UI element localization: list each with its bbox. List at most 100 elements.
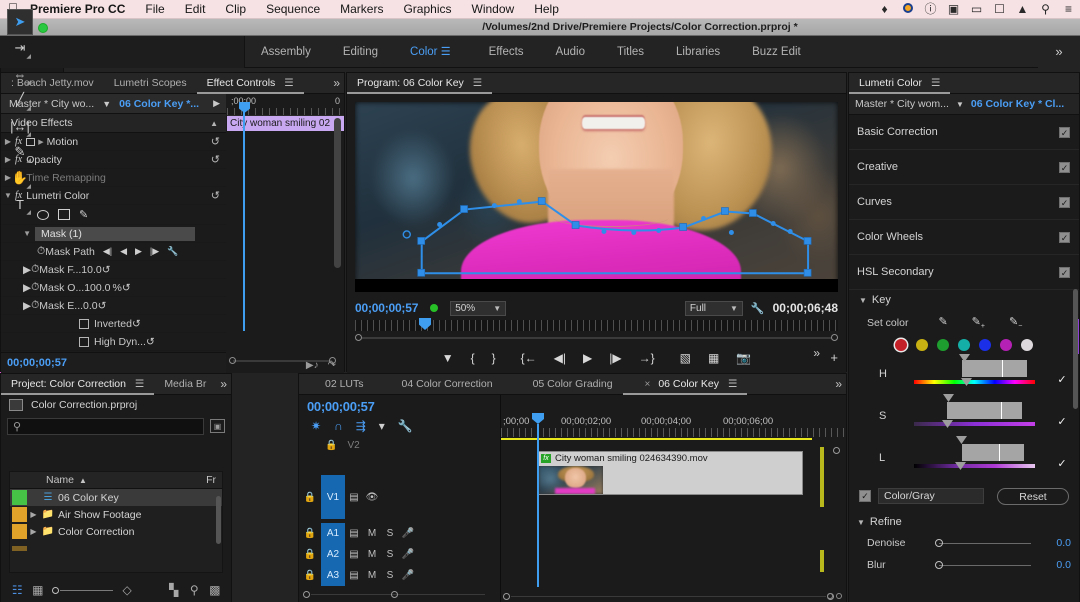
track-output-icon[interactable]: ▤ bbox=[345, 549, 363, 560]
program-monitor-video[interactable] bbox=[355, 102, 838, 292]
mask-path-row[interactable]: ⏱ Mask Path ◀| ◀ ▶ |▶ 🔧 bbox=[1, 243, 226, 261]
timeline-tracks-area[interactable]: ;00;00 00;00;02;00 00;00;04;00 00;00;06;… bbox=[501, 395, 846, 602]
project-item-06-color-key[interactable]: ☰ 06 Color Key bbox=[10, 489, 222, 506]
effect-controls-list[interactable]: ▶ fx ▶ Motion ↺ ▶ fx Opacity ↺ ▶ fx Time… bbox=[1, 133, 226, 351]
lumetri-section-curves[interactable]: Curves ✓ bbox=[849, 185, 1079, 220]
tab-04-color-correction[interactable]: 04 Color Correction bbox=[374, 374, 503, 395]
program-monitor-zoom-bar[interactable] bbox=[355, 334, 838, 342]
item-expand-triangle-icon[interactable]: ▶ bbox=[27, 510, 40, 519]
expand-triangle-icon[interactable]: ▶ bbox=[23, 264, 31, 276]
project-item-color-correction[interactable]: ▶ 📁 Color Correction bbox=[10, 523, 222, 540]
pen-mask-icon[interactable]: ✎ bbox=[79, 208, 88, 221]
column-fr-label[interactable]: Fr bbox=[206, 474, 216, 486]
hsl-row-hue[interactable]: H ✓ bbox=[849, 354, 1079, 396]
app-name-menu[interactable]: Premiere Pro CC bbox=[26, 0, 135, 19]
swatch-green[interactable] bbox=[937, 339, 949, 351]
display-icon[interactable]: ▣ bbox=[942, 0, 965, 19]
search-input[interactable]: ⚲ bbox=[7, 418, 204, 435]
lumetri-section-creative[interactable]: Creative ✓ bbox=[849, 150, 1079, 185]
eject-icon[interactable]: ▲ bbox=[1011, 0, 1034, 19]
project-file-row[interactable]: Color Correction.prproj bbox=[1, 395, 231, 415]
lumetri-sequence-clip[interactable]: 06 Color Key * Cl... bbox=[971, 98, 1064, 110]
project-item-list[interactable]: Name ▲ Fr ☰ 06 Color Key ▶ 📁 Air Show Fo… bbox=[9, 471, 223, 573]
workspace-tab-libraries[interactable]: Libraries bbox=[660, 36, 736, 68]
tab-lumetri-scopes[interactable]: Lumetri Scopes bbox=[104, 73, 197, 94]
swatch-cyan[interactable] bbox=[958, 339, 970, 351]
find-icon[interactable]: ⚲ bbox=[184, 583, 205, 597]
go-to-in-icon[interactable]: {← bbox=[521, 351, 537, 365]
zoom-bar-left-knob[interactable] bbox=[355, 334, 362, 341]
inverted-checkbox[interactable] bbox=[79, 319, 89, 329]
lumetri-section-basic-correction[interactable]: Basic Correction ✓ bbox=[849, 115, 1079, 150]
workspace-tab-buzz-edit[interactable]: Buzz Edit bbox=[736, 36, 817, 68]
mark-in-icon[interactable]: { bbox=[471, 351, 475, 365]
swatch-yellow[interactable] bbox=[916, 339, 928, 351]
mute-button-a3[interactable]: M bbox=[363, 570, 381, 581]
workspace-tab-titles[interactable]: Titles bbox=[601, 36, 660, 68]
maximize-button[interactable] bbox=[38, 23, 48, 33]
track-output-icon[interactable]: ▤ bbox=[345, 528, 363, 539]
expand-triangle-icon[interactable]: ▶ bbox=[23, 300, 31, 312]
selection-tool[interactable]: ➤ bbox=[7, 9, 33, 35]
track-label-a1[interactable]: A1 bbox=[321, 523, 345, 544]
timeline-header-scrollbar[interactable] bbox=[303, 590, 493, 599]
color-gray-label[interactable]: Color/Gray bbox=[878, 488, 984, 504]
track-header-v1[interactable]: 🔒 V1 ▤ 👁 bbox=[299, 475, 501, 519]
lumetri-section-color-wheels[interactable]: Color Wheels ✓ bbox=[849, 220, 1079, 255]
export-frame-icon[interactable]: 📷 bbox=[736, 351, 751, 365]
effect-row-lumetri-color[interactable]: ▼ fx Lumetri Color ↺ bbox=[1, 187, 226, 205]
tab-lumetri-color[interactable]: Lumetri Color ☰ bbox=[849, 73, 950, 94]
workspace-tab-editing[interactable]: Editing bbox=[327, 36, 394, 68]
expand-triangle-icon[interactable]: ▶ bbox=[23, 282, 31, 294]
reset-icon-opacity[interactable]: ↺ bbox=[211, 153, 220, 166]
mask-feather-row[interactable]: ▶ ⏱ Mask F... 10.0 ↺ bbox=[1, 261, 226, 279]
dropbox-icon[interactable]: ♦ bbox=[873, 0, 896, 19]
eye-icon[interactable]: 👁 bbox=[363, 492, 381, 503]
effect-row-motion[interactable]: ▶ fx ▶ Motion ↺ bbox=[1, 133, 226, 151]
sort-icon[interactable]: ◇ bbox=[117, 583, 138, 597]
workspace-tab-audio[interactable]: Audio bbox=[540, 36, 601, 68]
reset-icon-feather[interactable]: ↺ bbox=[102, 264, 111, 276]
solo-button-a2[interactable]: S bbox=[381, 549, 399, 560]
menu-help[interactable]: Help bbox=[524, 0, 569, 19]
project-list-scrollbar[interactable] bbox=[216, 496, 221, 544]
scrollbar-left-knob[interactable] bbox=[303, 591, 310, 598]
effect-controls-overflow-icon[interactable]: » bbox=[333, 73, 340, 94]
luminance-range-bar[interactable] bbox=[962, 444, 1024, 461]
creative-checkbox[interactable]: ✓ bbox=[1059, 162, 1070, 173]
screen-record-icon[interactable]: ▭ bbox=[965, 0, 988, 19]
program-monitor-timecode[interactable]: 00;00;00;57 bbox=[355, 301, 418, 315]
project-item-partial[interactable] bbox=[10, 540, 222, 557]
timeline-ruler[interactable]: ;00;00 00;00;02;00 00;00;04;00 00;00;06;… bbox=[501, 415, 846, 445]
collapse-triangle-icon[interactable]: ▲ bbox=[210, 114, 218, 133]
timeline-corner-knobs[interactable] bbox=[827, 593, 842, 599]
hue-range-bar[interactable] bbox=[962, 360, 1027, 377]
sort-ascending-icon[interactable]: ▲ bbox=[79, 476, 87, 485]
effect-row-opacity[interactable]: ▶ fx Opacity ↺ bbox=[1, 151, 226, 169]
track-header-v2[interactable]: 🔒 V2 bbox=[299, 436, 500, 454]
thumbnail-zoom-slider[interactable] bbox=[52, 585, 113, 595]
basic-correction-checkbox[interactable]: ✓ bbox=[1059, 127, 1070, 138]
button-editor-plus-icon[interactable]: + bbox=[830, 350, 838, 365]
mask-opacity-value[interactable]: 100.0 bbox=[84, 282, 110, 294]
hsl-key-header[interactable]: ▼ Key bbox=[849, 290, 1079, 310]
curves-checkbox[interactable]: ✓ bbox=[1059, 197, 1070, 208]
scrollbar-right-knob[interactable] bbox=[391, 591, 398, 598]
reset-icon-opacity-mask[interactable]: ↺ bbox=[122, 282, 131, 294]
collapse-triangle-icon[interactable]: ▼ bbox=[1, 229, 31, 238]
rectangle-mask-icon[interactable] bbox=[58, 209, 70, 220]
icon-view-icon[interactable]: ▦ bbox=[28, 583, 49, 597]
search-icon[interactable]: ⚲ bbox=[1034, 0, 1057, 19]
eyedropper-subtract-icon[interactable]: ✎− bbox=[1009, 315, 1022, 330]
item-expand-triangle-icon[interactable]: ▶ bbox=[27, 527, 40, 536]
resolution-dropdown[interactable]: Full ▼ bbox=[685, 301, 743, 316]
lift-icon[interactable]: ▧ bbox=[680, 351, 691, 365]
mask-opacity-row[interactable]: ▶ ⏱ Mask O... 100.0 % ↺ bbox=[1, 279, 226, 297]
zoom-level-dropdown[interactable]: 50% ▼ bbox=[450, 301, 506, 316]
timeline-clip-v1[interactable]: fx City woman smiling 024634390.mov bbox=[537, 451, 803, 495]
stopwatch-icon[interactable]: ⏱ bbox=[31, 281, 39, 294]
tab-effect-controls[interactable]: Effect Controls ☰ bbox=[197, 73, 304, 94]
eyedropper-icon[interactable]: ✎ bbox=[938, 315, 947, 330]
tab-02-luts[interactable]: 02 LUTs bbox=[299, 374, 374, 395]
hue-enable-checkbox[interactable]: ✓ bbox=[1056, 374, 1068, 386]
